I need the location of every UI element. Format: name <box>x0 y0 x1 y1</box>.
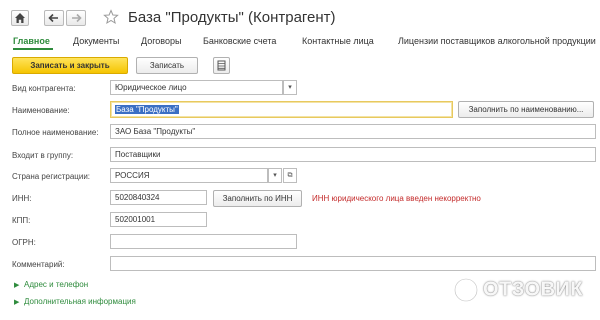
comment-field[interactable] <box>110 256 596 271</box>
inn-error-message: ИНН юридического лица введен некорректно <box>312 194 481 203</box>
full-name-field[interactable]: ЗАО База "Продукты" <box>110 124 596 139</box>
chevron-down-icon: ▾ <box>288 84 292 91</box>
inn-field[interactable]: 5020840324 <box>110 190 207 205</box>
back-button[interactable] <box>44 10 64 26</box>
tab-bank-accounts[interactable]: Банковские счета <box>203 36 276 46</box>
comment-label: Комментарий: <box>12 260 65 269</box>
tab-alcohol-licenses[interactable]: Лицензии поставщиков алкогольной продукц… <box>398 36 596 46</box>
full-name-label: Полное наименование: <box>12 128 99 137</box>
kind-label: Вид контрагента: <box>12 84 76 93</box>
more-actions-button[interactable] <box>213 57 230 74</box>
additional-info-group[interactable]: ▶ Дополнительная информация <box>14 297 136 306</box>
group-label: Дополнительная информация <box>24 297 136 306</box>
home-button[interactable] <box>11 10 29 26</box>
kind-dropdown-button[interactable]: ▾ <box>283 80 297 95</box>
forward-arrow-icon <box>72 13 82 23</box>
save-button[interactable]: Записать <box>136 57 198 74</box>
watermark-logo: ОТЗОВИК <box>452 276 583 304</box>
chevron-right-icon: ▶ <box>14 299 20 306</box>
back-arrow-icon <box>48 13 58 23</box>
country-open-button[interactable]: ⧉ <box>283 168 297 183</box>
ogrn-label: ОГРН: <box>12 238 36 247</box>
group-label: Входит в группу: <box>12 151 74 160</box>
address-phone-group[interactable]: ▶ Адрес и телефон <box>14 280 88 289</box>
active-tab-indicator <box>13 48 53 50</box>
inn-label: ИНН: <box>12 194 32 203</box>
tab-documents[interactable]: Документы <box>73 36 119 46</box>
name-field[interactable]: База "Продукты" <box>110 101 453 118</box>
kpp-field[interactable]: 502001001 <box>110 212 207 227</box>
kind-select[interactable]: Юридическое лицо <box>110 80 283 95</box>
table-icon <box>217 60 226 71</box>
star-icon[interactable] <box>103 9 119 25</box>
kpp-label: КПП: <box>12 216 31 225</box>
country-label: Страна регистрации: <box>12 172 91 181</box>
country-select[interactable]: РОССИЯ <box>110 168 268 183</box>
ogrn-field[interactable] <box>110 234 297 249</box>
tab-contracts[interactable]: Договоры <box>141 36 181 46</box>
group-label: Адрес и телефон <box>24 280 89 289</box>
name-value: База "Продукты" <box>115 105 179 114</box>
chevron-right-icon: ▶ <box>14 282 20 289</box>
tab-main[interactable]: Главное <box>13 36 50 46</box>
save-and-close-button[interactable]: Записать и закрыть <box>12 57 128 74</box>
name-label: Наименование: <box>12 106 70 115</box>
watermark-ring-icon <box>453 277 479 303</box>
fill-by-inn-button[interactable]: Заполнить по ИНН <box>213 190 302 207</box>
chevron-down-icon: ▾ <box>273 172 277 179</box>
home-icon <box>15 13 25 23</box>
watermark-text: ОТЗОВИК <box>483 278 584 301</box>
page-title: База "Продукты" (Контрагент) <box>128 9 336 26</box>
forward-button[interactable] <box>66 10 86 26</box>
country-dropdown-button[interactable]: ▾ <box>268 168 282 183</box>
group-field[interactable]: Поставщики <box>110 147 596 162</box>
link-icon: ⧉ <box>287 172 293 179</box>
tab-contact-persons[interactable]: Контактные лица <box>302 36 374 46</box>
fill-by-name-button[interactable]: Заполнить по наименованию... <box>458 101 594 118</box>
